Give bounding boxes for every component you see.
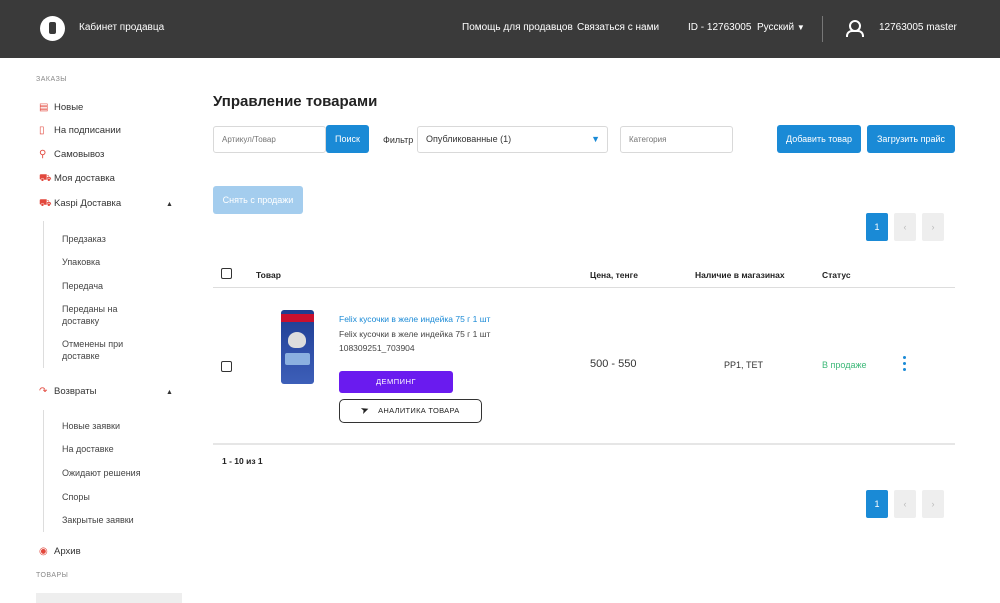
more-options-icon[interactable]	[903, 356, 906, 372]
column-status: Статус	[822, 270, 851, 280]
page-1-button[interactable]: 1	[866, 490, 888, 518]
sidebar-item-awaiting[interactable]: Ожидают решения	[62, 467, 162, 479]
product-analytics-button[interactable]: ➤ АНАЛИТИКА ТОВАРА	[339, 399, 482, 423]
filter-label: Фильтр	[383, 135, 414, 145]
contact-link[interactable]: Связаться с нами	[577, 22, 659, 33]
product-pack-cat	[288, 332, 306, 348]
search-input[interactable]	[213, 126, 326, 153]
language-select[interactable]: Русский ▼	[757, 22, 805, 33]
add-product-button[interactable]: Добавить товар	[777, 125, 861, 153]
sidebar-item-sent[interactable]: Переданы на доставку	[62, 303, 142, 327]
category-input[interactable]	[620, 126, 733, 153]
sidebar-item-label: На подписании	[54, 125, 121, 136]
chevron-down-icon: ▼	[796, 23, 805, 32]
sidebar-item-new[interactable]: ▤ Новые	[39, 102, 83, 113]
sidebar-item-handover[interactable]: Передача	[62, 280, 162, 292]
chevron-down-icon: ▼	[591, 134, 600, 144]
status-badge: В продаже	[822, 360, 867, 370]
column-stores: Наличие в магазинах	[695, 270, 785, 280]
header-divider	[213, 287, 955, 288]
product-name: Felix кусочки в желе индейка 75 г 1 шт	[339, 329, 491, 339]
sidebar-item-label: Возвраты	[54, 386, 97, 397]
product-pack-label	[285, 353, 310, 365]
product-image[interactable]	[275, 308, 320, 388]
page-title: Управление товарами	[213, 93, 378, 110]
pin-icon: ⚲	[39, 149, 47, 160]
chevron-up-icon[interactable]: ▲	[166, 201, 173, 208]
sidebar-item-label: Kaspi Доставка	[54, 198, 122, 209]
sidebar-item-in-delivery[interactable]: На доставке	[62, 443, 162, 455]
remove-from-sale-button[interactable]: Снять с продажи	[213, 186, 303, 214]
sidebar-item-cancelled[interactable]: Отменены при доставке	[62, 338, 132, 362]
pagination-bottom: 1 ‹ ›	[866, 490, 944, 518]
product-stores: PP1, ТЕТ	[724, 360, 764, 370]
sidebar-item-pickup[interactable]: ⚲ Самовывоз	[39, 149, 104, 160]
user-icon[interactable]	[846, 19, 864, 37]
search-button[interactable]: Поиск	[326, 125, 369, 153]
filter-value: Опубликованные (1)	[426, 134, 512, 144]
language-label: Русский	[757, 22, 795, 33]
page-1-button[interactable]: 1	[866, 213, 888, 241]
sidebar-active-item[interactable]	[36, 593, 182, 603]
prev-page-button[interactable]: ‹	[894, 490, 916, 518]
submenu-line	[43, 410, 44, 532]
sidebar-item-packing[interactable]: Упаковка	[62, 256, 162, 268]
sidebar-item-archive[interactable]: ◉ Архив	[39, 546, 81, 557]
truck-icon: ⛟	[39, 198, 52, 209]
submenu-line	[43, 221, 44, 368]
dumping-button[interactable]: ДЕМПИНГ	[339, 371, 453, 393]
help-link[interactable]: Помощь для продавцов	[462, 22, 573, 33]
upload-price-button[interactable]: Загрузить прайс	[867, 125, 955, 153]
header-divider	[822, 16, 823, 42]
product-price: 500 - 550	[590, 358, 637, 370]
return-icon: ↷	[39, 386, 48, 397]
column-price: Цена, тенге	[590, 270, 638, 280]
sidebar-item-my-delivery[interactable]: ⛟ Моя доставка	[39, 173, 115, 186]
document-icon: ▯	[39, 125, 45, 136]
top-bar: Кабинет продавца Помощь для продавцов Св…	[0, 0, 1000, 58]
archive-icon: ◉	[39, 546, 48, 557]
sidebar-item-returns[interactable]: ↷ Возвраты	[39, 386, 96, 397]
items-count: 1 - 10 из 1	[222, 456, 263, 466]
sidebar-item-signing[interactable]: ▯ На подписании	[39, 125, 121, 136]
brand-title[interactable]: Кабинет продавца	[79, 22, 164, 33]
sidebar-item-preorder[interactable]: Предзаказ	[62, 233, 162, 245]
next-page-button[interactable]: ›	[922, 490, 944, 518]
sidebar-item-label: Архив	[54, 546, 81, 557]
table-bottom-divider	[213, 443, 955, 445]
username[interactable]: 12763005 master	[879, 22, 957, 33]
filter-select[interactable]: Опубликованные (1) ▼	[417, 126, 608, 153]
send-arrow-icon: ➤	[359, 403, 372, 418]
sidebar-item-new-requests[interactable]: Новые заявки	[62, 420, 162, 432]
order-icon: ▤	[39, 102, 49, 113]
sidebar-item-kaspi-delivery[interactable]: ⛟ Kaspi Доставка	[39, 198, 121, 211]
row-checkbox[interactable]	[221, 361, 232, 372]
seller-id: ID - 12763005	[688, 22, 752, 33]
analytics-label: АНАЛИТИКА ТОВАРА	[378, 406, 460, 415]
chevron-up-icon[interactable]: ▲	[166, 389, 173, 396]
sidebar-item-closed[interactable]: Закрытые заявки	[62, 514, 162, 526]
product-sku: 108309251_703904	[339, 343, 415, 353]
goods-section-title: ТОВАРЫ	[36, 572, 69, 579]
pagination-top: 1 ‹ ›	[866, 213, 944, 241]
kaspi-logo-icon[interactable]	[40, 16, 65, 41]
truck-icon: ⛟	[39, 173, 52, 184]
main-content: Управление товарами Поиск Фильтр Опублик…	[200, 58, 1000, 600]
sidebar-item-disputes[interactable]: Споры	[62, 491, 162, 503]
select-all-checkbox[interactable]	[221, 268, 232, 279]
prev-page-button[interactable]: ‹	[894, 213, 916, 241]
product-name-link[interactable]: Felix кусочки в желе индейка 75 г 1 шт	[339, 314, 490, 324]
sidebar-item-label: Самовывоз	[54, 149, 105, 160]
sidebar: ЗАКАЗЫ ▤ Новые ▯ На подписании ⚲ Самовывоз …	[0, 58, 190, 603]
product-pack-band	[281, 314, 314, 322]
sidebar-item-label: Моя доставка	[54, 173, 115, 184]
column-product: Товар	[256, 270, 281, 280]
orders-section-title: ЗАКАЗЫ	[36, 76, 67, 83]
sidebar-item-label: Новые	[54, 102, 84, 113]
next-page-button[interactable]: ›	[922, 213, 944, 241]
